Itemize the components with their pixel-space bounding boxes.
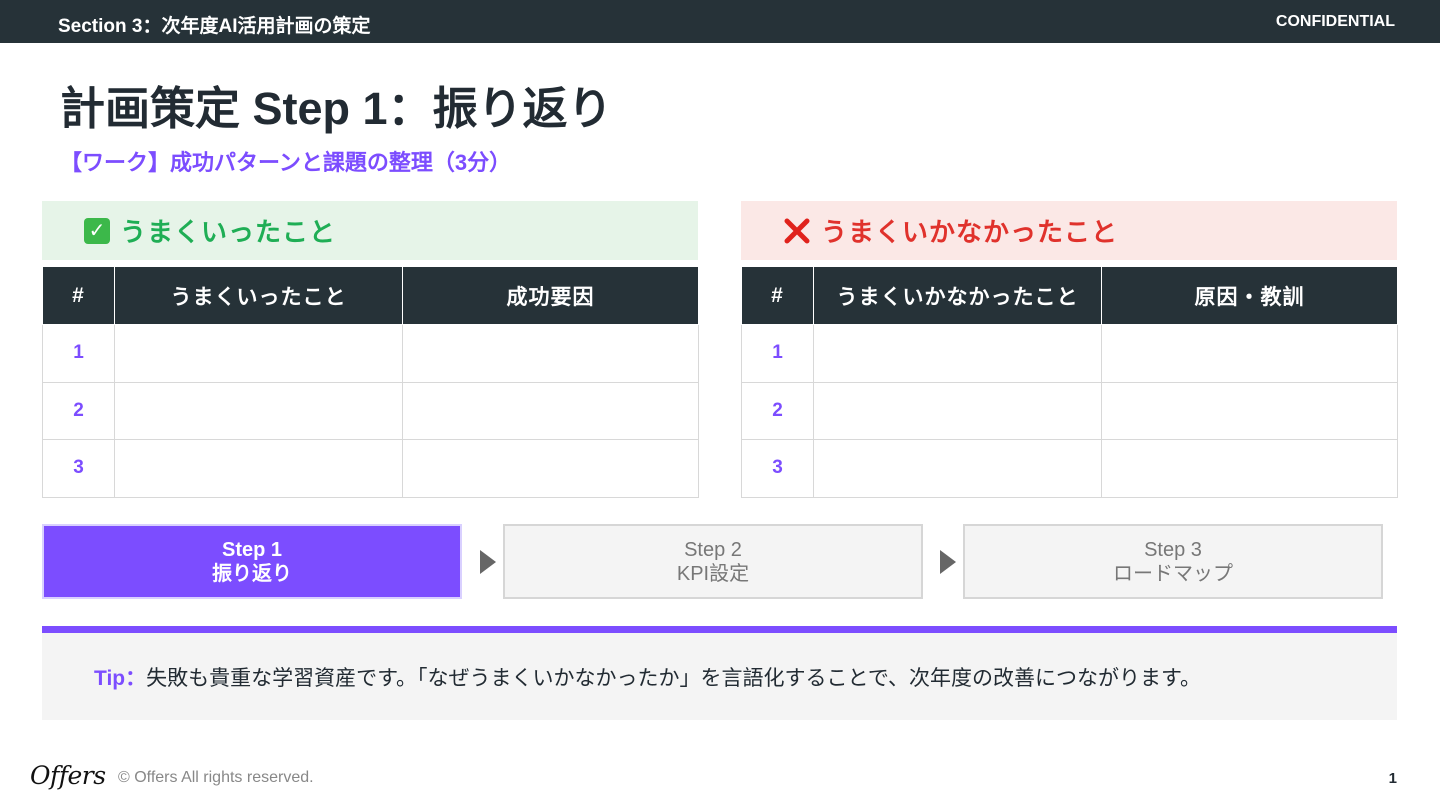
step-number: Step 1 bbox=[221, 538, 283, 561]
table-row: 1 bbox=[741, 324, 1398, 383]
success-item-cell[interactable] bbox=[114, 439, 403, 498]
row-number: 2 bbox=[42, 381, 115, 440]
table-row: 3 bbox=[741, 439, 1398, 498]
table-header-row: # うまくいったこと 成功要因 bbox=[42, 266, 699, 325]
column-header-number: # bbox=[741, 266, 814, 325]
table-row: 2 bbox=[741, 381, 1398, 440]
step-progress: Step 1 振り返り Step 2 KPI設定 Step 3 ロードマップ bbox=[42, 524, 1384, 599]
confidential-label: CONFIDENTIAL bbox=[1275, 13, 1395, 30]
failure-item-cell[interactable] bbox=[813, 381, 1102, 440]
copyright-text: © Offers All rights reserved. bbox=[118, 769, 314, 786]
success-panel-label: うまくいったこと bbox=[120, 217, 337, 247]
success-reason-cell[interactable] bbox=[402, 324, 699, 383]
failure-reason-cell[interactable] bbox=[1101, 439, 1398, 498]
tip-text: 失敗も貴重な学習資産です。「なぜうまくいかなかったか」を言語化することで、次年度… bbox=[146, 666, 1201, 690]
step-label: KPI設定 bbox=[676, 562, 750, 585]
section-label: Section 3：次年度AI活用計画の策定 bbox=[58, 16, 371, 37]
page-subtitle: 【ワーク】成功パターンと課題の整理（3分） bbox=[60, 150, 512, 175]
failure-reason-cell[interactable] bbox=[1101, 381, 1398, 440]
step-arrow-icon bbox=[940, 550, 956, 574]
success-panel-header: ✓ うまくいったこと bbox=[42, 201, 698, 260]
column-header-item: うまくいかなかったこと bbox=[813, 266, 1102, 325]
failure-panel-header: うまくいかなかったこと bbox=[741, 201, 1397, 260]
column-header-reason: 原因・教訓 bbox=[1101, 266, 1398, 325]
step-label: ロードマップ bbox=[1113, 562, 1233, 585]
cross-icon bbox=[783, 217, 811, 245]
page-number: 1 bbox=[1388, 770, 1397, 787]
failure-item-cell[interactable] bbox=[813, 439, 1102, 498]
step-number: Step 2 bbox=[684, 538, 742, 561]
column-header-item: うまくいったこと bbox=[114, 266, 403, 325]
success-item-cell[interactable] bbox=[114, 381, 403, 440]
success-item-cell[interactable] bbox=[114, 324, 403, 383]
success-reason-cell[interactable] bbox=[402, 381, 699, 440]
row-number: 1 bbox=[741, 324, 814, 383]
column-header-number: # bbox=[42, 266, 115, 325]
failure-reason-cell[interactable] bbox=[1101, 324, 1398, 383]
table-row: 3 bbox=[42, 439, 699, 498]
tip-label: Tip： bbox=[94, 666, 147, 690]
failure-panel: うまくいかなかったこと # うまくいかなかったこと 原因・教訓 1 2 3 bbox=[741, 201, 1398, 498]
row-number: 3 bbox=[741, 439, 814, 498]
tip-box: Tip： 失敗も貴重な学習資産です。「なぜうまくいかなかったか」を言語化すること… bbox=[42, 626, 1397, 720]
row-number: 3 bbox=[42, 439, 115, 498]
row-number: 1 bbox=[42, 324, 115, 383]
failure-panel-label: うまくいかなかったこと bbox=[821, 217, 1119, 247]
step-number: Step 3 bbox=[1144, 538, 1202, 561]
offers-logo: Offers bbox=[30, 761, 106, 790]
check-icon: ✓ bbox=[84, 217, 110, 244]
success-table: # うまくいったこと 成功要因 1 2 3 bbox=[42, 266, 699, 498]
success-panel: ✓ うまくいったこと # うまくいったこと 成功要因 1 2 3 bbox=[42, 201, 699, 498]
table-row: 2 bbox=[42, 381, 699, 440]
page-title: 計画策定 Step 1：振り返り bbox=[60, 83, 613, 134]
step-3-box: Step 3 ロードマップ bbox=[963, 524, 1383, 599]
step-1-box: Step 1 振り返り bbox=[42, 524, 462, 599]
column-header-reason: 成功要因 bbox=[402, 266, 699, 325]
step-label: 振り返り bbox=[212, 562, 292, 585]
step-arrow-icon bbox=[480, 550, 496, 574]
failure-item-cell[interactable] bbox=[813, 324, 1102, 383]
step-2-box: Step 2 KPI設定 bbox=[503, 524, 923, 599]
row-number: 2 bbox=[741, 381, 814, 440]
table-row: 1 bbox=[42, 324, 699, 383]
table-header-row: # うまくいかなかったこと 原因・教訓 bbox=[741, 266, 1398, 325]
failure-table: # うまくいかなかったこと 原因・教訓 1 2 3 bbox=[741, 266, 1398, 498]
top-bar: Section 3：次年度AI活用計画の策定 CONFIDENTIAL bbox=[0, 0, 1440, 43]
success-reason-cell[interactable] bbox=[402, 439, 699, 498]
